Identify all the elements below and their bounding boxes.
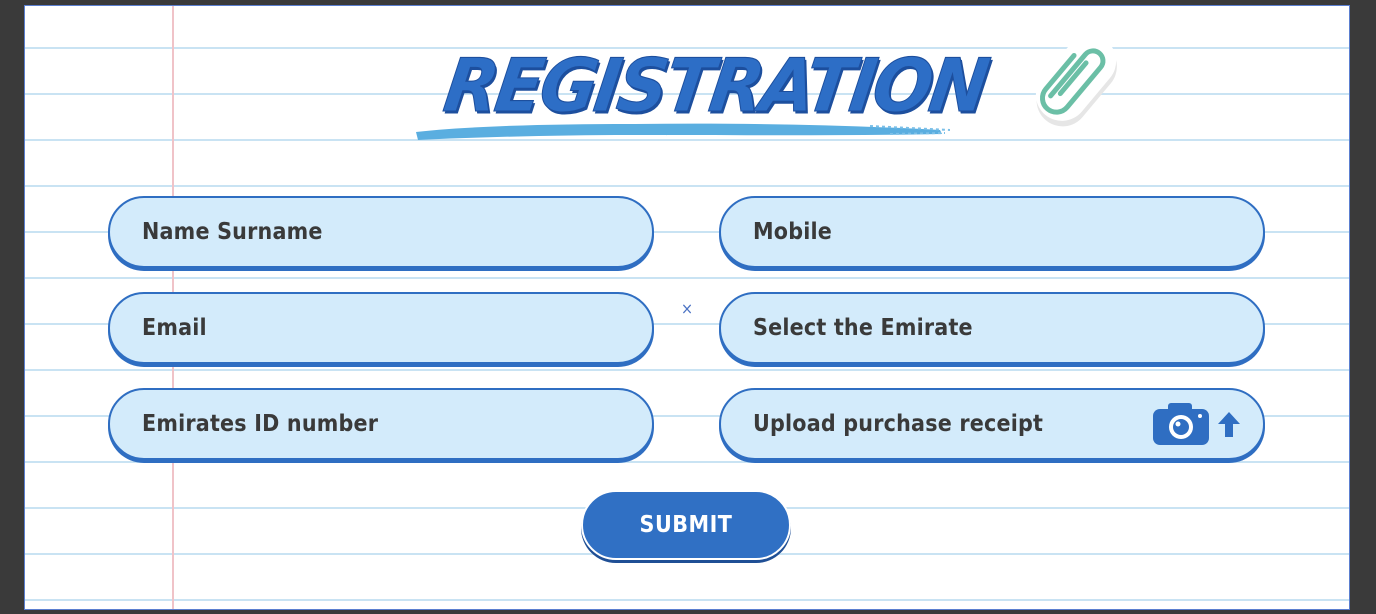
camera-icon bbox=[1153, 403, 1209, 445]
arrow-up-icon bbox=[1218, 412, 1240, 437]
close-icon[interactable]: × bbox=[681, 299, 693, 318]
mobile-field[interactable]: Mobile bbox=[719, 196, 1265, 268]
email-field[interactable]: Email bbox=[108, 292, 654, 364]
emirates-id-placeholder: Emirates ID number bbox=[142, 411, 379, 437]
emirate-select[interactable]: Select the Emirate bbox=[719, 292, 1265, 364]
title-area: REGISTRATION bbox=[410, 42, 992, 144]
page-title: REGISTRATION bbox=[438, 42, 992, 130]
name-surname-field[interactable]: Name Surname bbox=[108, 196, 654, 268]
submit-button[interactable]: SUBMIT bbox=[581, 490, 791, 560]
mobile-placeholder: Mobile bbox=[753, 219, 833, 245]
upload-receipt-placeholder: Upload purchase receipt bbox=[753, 411, 1044, 437]
emirates-id-field[interactable]: Emirates ID number bbox=[108, 388, 654, 460]
email-placeholder: Email bbox=[142, 315, 207, 341]
upload-button[interactable] bbox=[1151, 401, 1243, 447]
name-surname-placeholder: Name Surname bbox=[142, 219, 323, 245]
paperclip-icon bbox=[1035, 35, 1117, 127]
emirate-select-placeholder: Select the Emirate bbox=[753, 315, 973, 341]
upload-receipt-field[interactable]: Upload purchase receipt bbox=[719, 388, 1265, 460]
